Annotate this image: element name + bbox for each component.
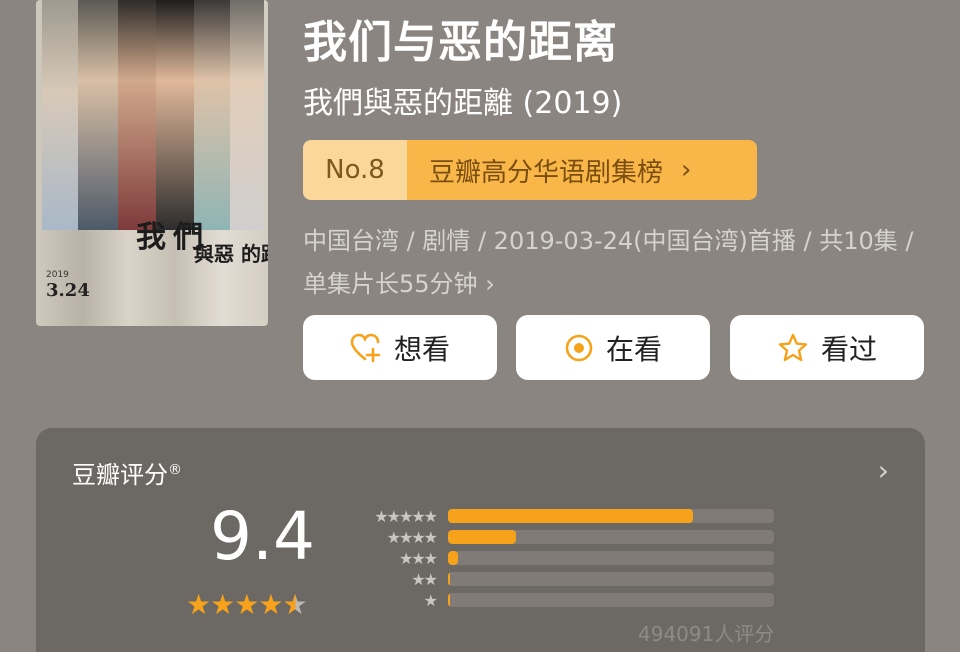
star-outline-icon (777, 333, 809, 363)
rank-number: No.8 (303, 140, 407, 200)
poster-face-strip (78, 0, 118, 230)
poster-title-char1: 我 (136, 220, 168, 255)
dist-stars-1: ★ (423, 590, 438, 610)
poster-face-strip (118, 0, 156, 230)
dist-track (448, 572, 774, 586)
rank-label: 豆瓣高分华语剧集榜 (429, 157, 664, 188)
rating-dist-row-3: ★★★ (352, 548, 774, 568)
registered-mark: ® (168, 462, 182, 478)
star-filled-icon: ★ (210, 588, 235, 621)
poster-title: 我 們 與惡 的距離 (136, 212, 268, 266)
poster-face-strip (42, 0, 78, 230)
show-meta[interactable]: 中国台湾 / 剧情 / 2019-03-24(中国台湾)首播 / 共10集 / … (303, 220, 933, 306)
poster-title-rest: 與惡 的距離 (194, 242, 268, 266)
chevron-right-icon: › (681, 155, 692, 185)
dist-fill-4 (448, 530, 517, 544)
chevron-right-icon[interactable]: › (878, 454, 889, 487)
poster-face-strip (230, 0, 264, 230)
heart-plus-icon (350, 333, 382, 363)
rating-score: 9.4 (210, 498, 315, 575)
rating-dist-row-2: ★★ (352, 569, 774, 589)
poster-date: 3.24 (46, 280, 90, 301)
show-meta-text: 中国台湾 / 剧情 / 2019-03-24(中国台湾)首播 / 共10集 / … (303, 227, 914, 298)
rank-label-wrap: 豆瓣高分华语剧集榜 › (407, 140, 757, 200)
rating-dist-row-4: ★★★★ (352, 527, 774, 547)
watching-button[interactable]: 在看 (516, 315, 710, 380)
rating-dist-row-5: ★★★★★ (352, 506, 774, 526)
star-filled-icon: ★ (186, 588, 211, 621)
poster-face-strip (156, 0, 194, 230)
show-title: 我们与恶的距离 (303, 17, 618, 68)
rating-stars: ★★★★★ (186, 588, 308, 621)
rating-title-text: 豆瓣评分 (72, 461, 168, 489)
poster-year: 2019 (46, 270, 69, 280)
show-poster[interactable]: 我 們 與惡 的距離 2019 3.24 (36, 0, 268, 326)
rank-badge[interactable]: No.8 豆瓣高分华语剧集榜 › (303, 140, 757, 200)
dist-fill-3 (448, 551, 458, 565)
dist-track (448, 509, 774, 523)
want-to-watch-label: 想看 (393, 332, 450, 366)
watching-label: 在看 (605, 332, 662, 366)
rating-title: 豆瓣评分® (72, 455, 182, 490)
target-icon (564, 333, 594, 363)
rating-dist-row-1: ★ (352, 590, 774, 610)
dist-stars-5: ★★★★★ (374, 506, 438, 526)
dist-fill-2 (448, 572, 450, 586)
dist-track (448, 551, 774, 565)
dist-track (448, 593, 774, 607)
watched-button[interactable]: 看过 (730, 315, 924, 380)
rating-count: 494091人评分 (638, 622, 775, 646)
show-original-title: 我們與惡的距離 (2019) (303, 86, 623, 121)
dist-fill-1 (448, 593, 450, 607)
dist-stars-4: ★★★★ (386, 527, 438, 547)
dist-track (448, 530, 774, 544)
want-to-watch-button[interactable]: 想看 (303, 315, 497, 380)
rating-card[interactable]: 豆瓣评分® › 9.4 ★★★★★ ★★★★★ ★★★★ ★★★ ★★ ★ 49… (36, 428, 925, 652)
dist-stars-3: ★★★ (398, 548, 438, 568)
dist-stars-2: ★★ (411, 569, 438, 589)
star-filled-icon: ★ (234, 588, 259, 621)
poster-face-strip (194, 0, 230, 230)
star-filled-icon: ★ (258, 588, 283, 621)
chevron-right-icon: › (485, 270, 495, 298)
watched-label: 看过 (820, 332, 877, 366)
star-half-icon: ★ (282, 588, 307, 621)
dist-fill-5 (448, 509, 693, 523)
